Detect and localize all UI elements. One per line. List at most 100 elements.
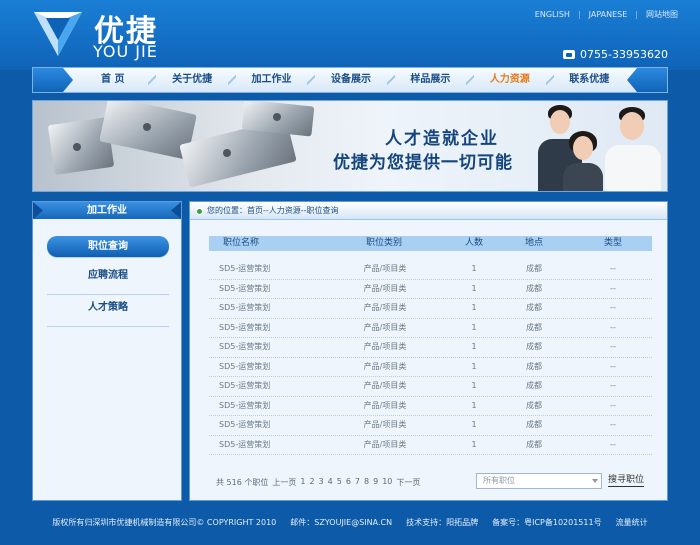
cell-title[interactable]: SD5-运营策划 xyxy=(209,319,314,338)
cell-title[interactable]: SD5-运营策划 xyxy=(209,377,314,396)
cell-location: 成都 xyxy=(526,283,542,293)
cell-title[interactable]: SD5-运营策划 xyxy=(209,358,314,377)
cell-title[interactable]: SD5-运营策划 xyxy=(209,338,314,357)
footer-stats[interactable]: 流量统计 xyxy=(616,510,648,535)
cell-title[interactable]: SD5-运营策划 xyxy=(209,397,314,416)
cell-count: 1 xyxy=(471,303,477,312)
sidebar-item-application-process[interactable]: 应聘流程 xyxy=(47,263,169,295)
cell-category: 产品/项目类 xyxy=(363,342,407,351)
pagination-prev[interactable]: 上一页 xyxy=(272,477,296,488)
part-hole xyxy=(73,143,81,151)
cell-category: 产品/项目类 xyxy=(363,264,407,273)
cell-title[interactable]: SD5-运营策划 xyxy=(209,299,314,318)
main-panel: 您的位置：首页--人力资源--职位查询 职位名称 职位类别 人数 地点 类型 S… xyxy=(189,201,668,501)
footer-email[interactable]: 邮件：SZYOUJIE@SINA.CN xyxy=(290,510,392,535)
cell-type: -- xyxy=(610,439,616,449)
table-row[interactable]: SD5-运营策划 产品/项目类 1 成都 -- xyxy=(209,416,652,436)
table-row[interactable]: SD5-运营策划 产品/项目类 1 成都 -- xyxy=(209,377,652,397)
cell-category: 产品/项目类 xyxy=(363,420,407,429)
column-header-type: 类型 xyxy=(603,238,622,248)
cell-count: 1 xyxy=(471,342,477,351)
page-link[interactable]: 4 xyxy=(328,477,333,488)
page-link[interactable]: 10 xyxy=(382,477,392,488)
link-english[interactable]: ENGLISH xyxy=(535,10,570,19)
table-row[interactable]: SD5-运营策划 产品/项目类 1 成都 -- xyxy=(209,358,652,377)
breadcrumb: 您的位置：首页--人力资源--职位查询 xyxy=(190,202,667,220)
page-link[interactable]: 9 xyxy=(373,477,378,488)
page-link[interactable]: 6 xyxy=(346,477,351,488)
cell-title[interactable]: SD5-运营策划 xyxy=(209,436,314,455)
job-table-body: SD5-运营策划 产品/项目类 1 成都 -- SD5-运营策划 产品/项目类 … xyxy=(209,260,652,455)
cell-category: 产品/项目类 xyxy=(363,439,407,449)
cell-title[interactable]: SD5-运营策划 xyxy=(209,280,314,299)
cell-location: 成都 xyxy=(526,322,542,332)
top-links: ENGLISH | JAPANESE | 网站地图 xyxy=(535,9,678,20)
cell-title[interactable]: SD5-运营策划 xyxy=(209,416,314,435)
breadcrumb-dot-icon xyxy=(196,208,203,215)
cell-title[interactable]: SD5-运营策划 xyxy=(209,260,314,279)
table-row[interactable]: SD5-运营策划 产品/项目类 1 成都 -- xyxy=(209,299,652,319)
page-link[interactable]: 5 xyxy=(337,477,342,488)
nav-item-contact[interactable]: 联系优捷 xyxy=(550,68,629,92)
column-header-category: 职位类别 xyxy=(365,238,402,248)
cell-location: 成都 xyxy=(526,264,542,273)
cell-category: 产品/项目类 xyxy=(363,283,407,293)
person-image xyxy=(601,105,663,191)
main-nav-bar: 首 页 关于优捷 加工作业 设备展示 样品展示 人力资源 联系优捷 xyxy=(32,67,668,93)
nav-item-home[interactable]: 首 页 xyxy=(73,68,157,92)
sidebar-item-talent-strategy[interactable]: 人才策略 xyxy=(47,295,169,327)
nav-item-hr[interactable]: 人力资源 xyxy=(470,68,554,92)
table-row[interactable]: SD5-运营策划 产品/项目类 1 成都 -- xyxy=(209,436,652,455)
pagination-total: 共 516 个职位 xyxy=(216,478,269,487)
cell-type: -- xyxy=(610,400,616,410)
cell-category: 产品/项目类 xyxy=(363,400,407,410)
chevron-down-icon xyxy=(592,479,598,483)
divider: | xyxy=(635,10,638,19)
cell-location: 成都 xyxy=(526,439,542,449)
phone-number: 0755-33953620 xyxy=(580,48,668,61)
table-row[interactable]: SD5-运营策划 产品/项目类 1 成都 -- xyxy=(209,280,652,299)
cell-count: 1 xyxy=(471,264,477,273)
sidebar-title: 加工作业 xyxy=(33,202,181,219)
banner-slogan-line1: 人才造就企业 xyxy=(385,129,499,149)
nav-item-samples[interactable]: 样品展示 xyxy=(391,68,475,92)
cell-category: 产品/项目类 xyxy=(363,322,407,332)
site-footer: 版权所有归深圳市优捷机械制造有限公司© COPYRIGHT 2010 邮件：SZ… xyxy=(0,510,700,535)
nav-item-about[interactable]: 关于优捷 xyxy=(152,68,237,92)
nav-item-processing[interactable]: 加工作业 xyxy=(232,68,316,92)
page-link[interactable]: 7 xyxy=(355,477,360,488)
table-row[interactable]: SD5-运营策划 产品/项目类 1 成都 -- xyxy=(209,319,652,338)
table-row[interactable]: SD5-运营策划 产品/项目类 1 成都 -- xyxy=(209,397,652,416)
pagination-next[interactable]: 下一页 xyxy=(396,477,420,488)
cell-type: -- xyxy=(610,322,616,332)
column-header-count: 人数 xyxy=(464,238,483,248)
part-hole xyxy=(273,113,281,121)
footer-tech-support[interactable]: 技术支持：阳拓品牌 xyxy=(406,510,478,535)
person-image xyxy=(561,129,605,191)
table-row[interactable]: SD5-运营策划 产品/项目类 1 成都 -- xyxy=(209,338,652,358)
breadcrumb-text: 您的位置：首页--人力资源--职位查询 xyxy=(207,206,339,215)
cell-type: -- xyxy=(610,381,616,390)
footer-icp[interactable]: 备案号：粤ICP备10201511号 xyxy=(492,510,602,535)
table-row[interactable]: SD5-运营策划 产品/项目类 1 成都 -- xyxy=(209,260,652,280)
nav-right-cap xyxy=(627,68,667,92)
cell-type: -- xyxy=(610,420,616,429)
job-category-select[interactable]: 所有职位 xyxy=(476,473,602,489)
sidebar: 加工作业 职位查询 应聘流程 人才策略 xyxy=(32,201,182,501)
page-link[interactable]: 1 xyxy=(300,477,305,488)
brand-name-en: YOU JIE xyxy=(93,42,158,61)
link-sitemap[interactable]: 网站地图 xyxy=(646,9,678,20)
sidebar-item-job-search[interactable]: 职位查询 xyxy=(47,236,169,257)
nav-item-equipment[interactable]: 设备展示 xyxy=(311,68,396,92)
footer-copyright: 版权所有归深圳市优捷机械制造有限公司© COPYRIGHT 2010 xyxy=(52,518,277,527)
divider: | xyxy=(577,10,581,19)
page-link[interactable]: 8 xyxy=(364,477,369,488)
page-link[interactable]: 3 xyxy=(319,477,324,488)
part-hole xyxy=(223,149,231,157)
link-japanese[interactable]: JAPANESE xyxy=(589,10,628,19)
cell-location: 成都 xyxy=(526,361,542,371)
part-hole xyxy=(143,123,151,131)
search-jobs-button[interactable]: 搜寻职位 xyxy=(608,475,645,487)
page-link[interactable]: 2 xyxy=(309,477,314,488)
cell-count: 1 xyxy=(471,420,477,429)
